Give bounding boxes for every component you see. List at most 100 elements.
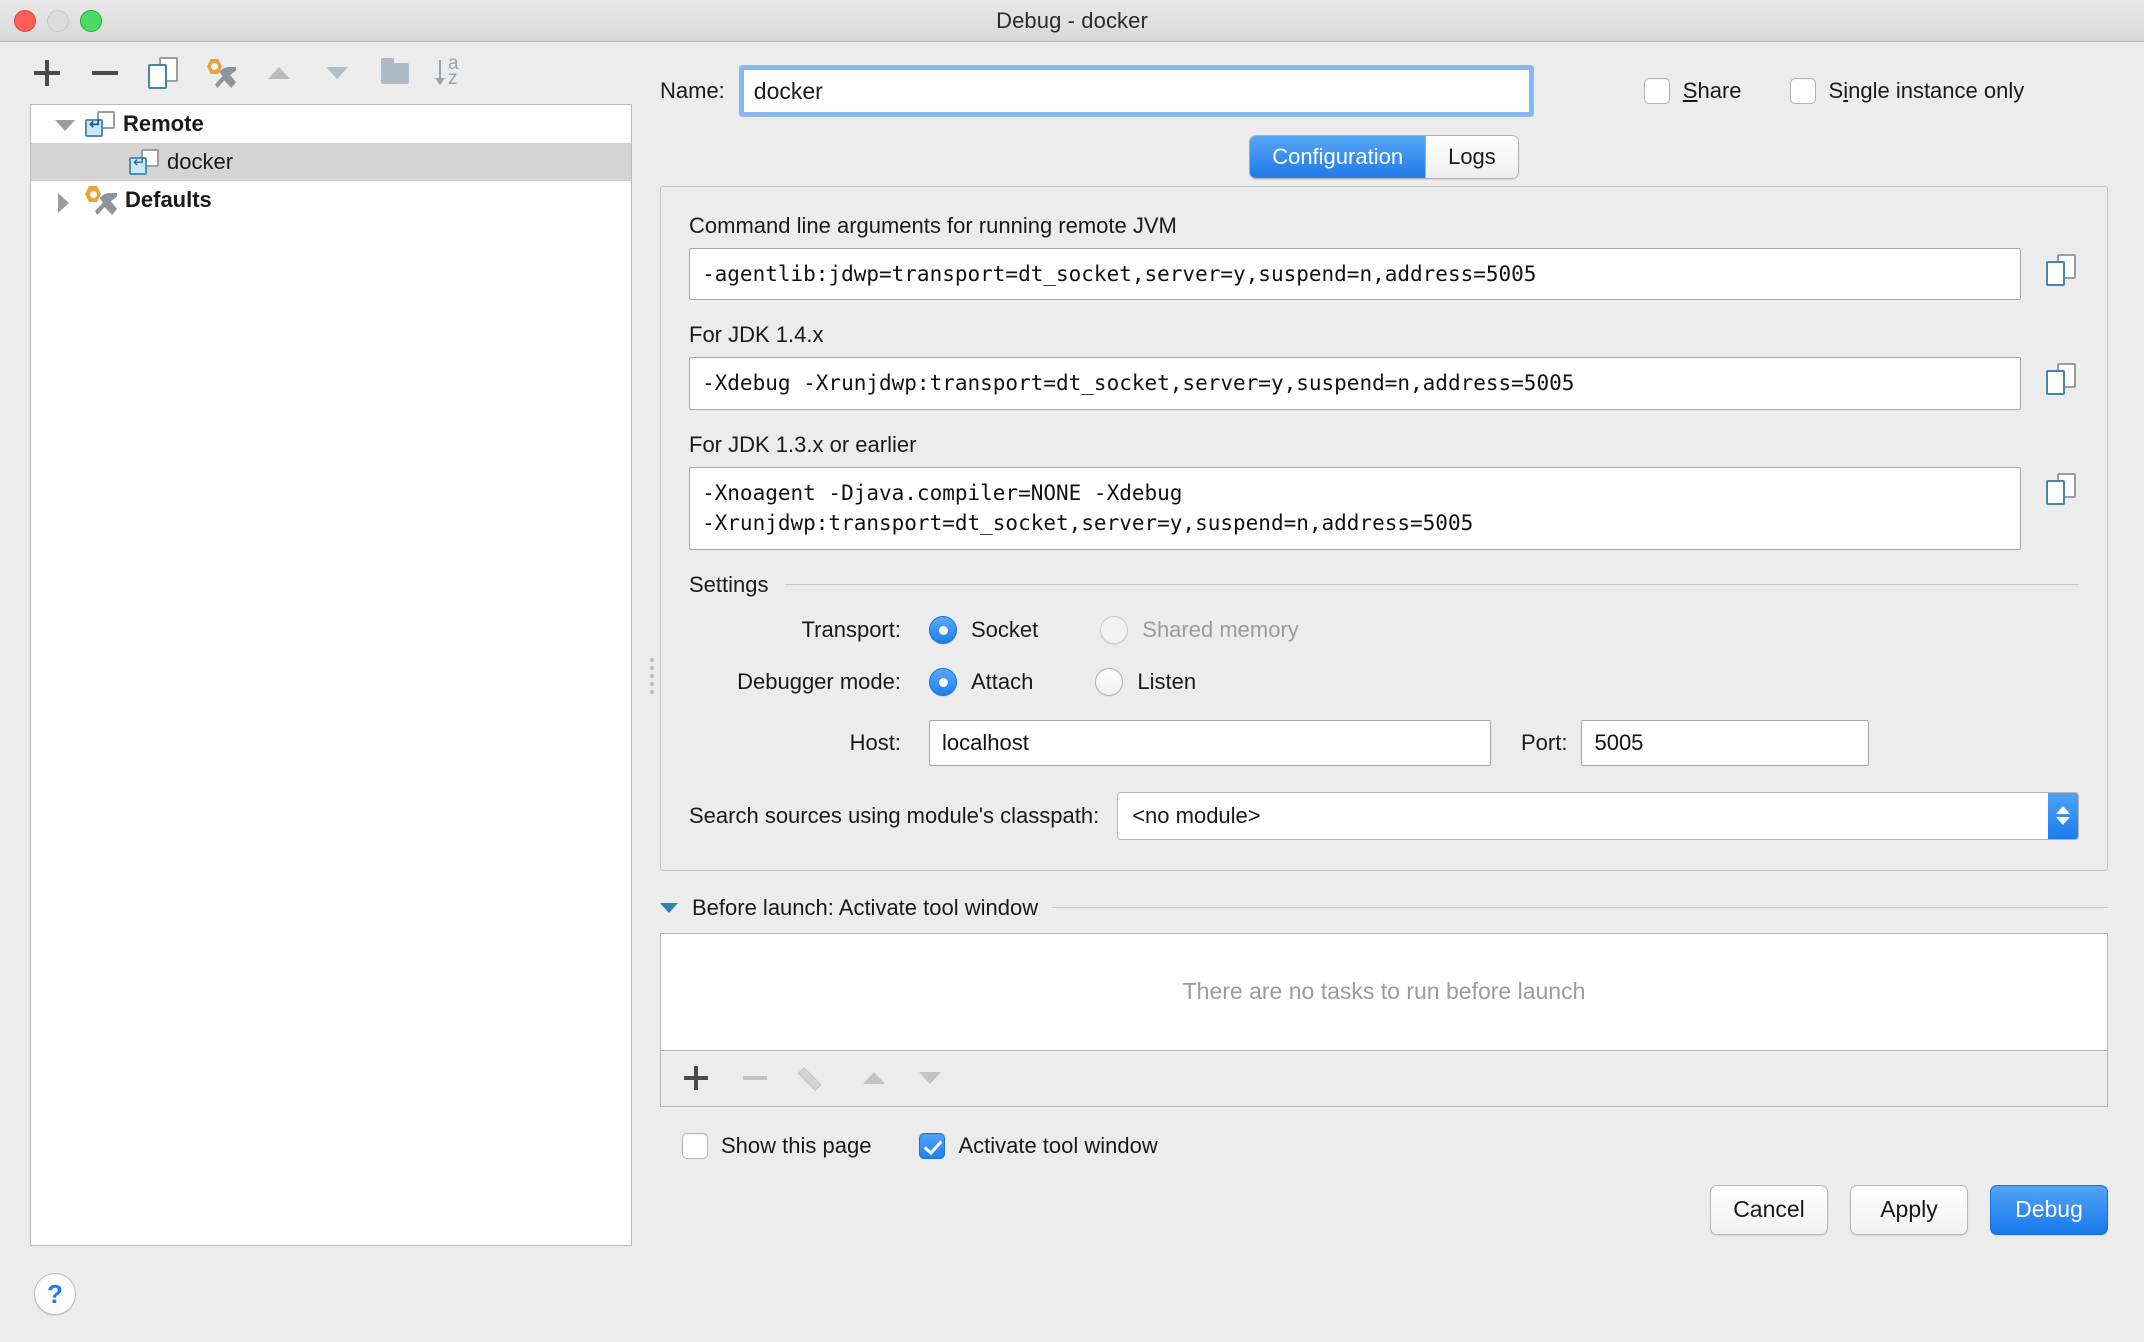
dialog-body: az Remote docker Defaults	[0, 42, 2144, 1342]
show-this-page-label: Show this page	[721, 1132, 872, 1158]
collapse-triangle-icon[interactable]	[660, 902, 678, 913]
remove-icon[interactable]	[88, 56, 122, 90]
debugger-mode-listen-option[interactable]: Listen	[1095, 667, 1197, 696]
transport-shared-memory-label: Shared memory	[1142, 616, 1299, 642]
window-title: Debug - docker	[996, 7, 1148, 33]
tree-item-label: Remote	[123, 111, 204, 136]
classpath-row: Search sources using module's classpath:…	[689, 791, 2079, 840]
name-input[interactable]	[738, 65, 1534, 117]
settings-divider	[784, 584, 2079, 586]
close-window-button[interactable]	[14, 10, 36, 32]
debugger-mode-attach-option[interactable]: Attach	[929, 667, 1034, 696]
host-label: Host:	[849, 729, 901, 755]
remote-config-icon	[129, 149, 159, 175]
transport-shared-memory-radio	[1100, 615, 1129, 644]
sort-alphabetically-icon[interactable]: az	[435, 54, 470, 90]
host-port-row: Host: Port:	[689, 719, 2079, 766]
host-input[interactable]	[929, 719, 1491, 766]
debugger-mode-label: Debugger mode:	[737, 668, 901, 694]
show-this-page-checkbox[interactable]	[682, 1132, 708, 1159]
defaults-wrench-icon	[85, 186, 117, 215]
share-checkbox[interactable]	[1643, 78, 1670, 104]
tree-item-label: Defaults	[125, 187, 212, 212]
activate-tool-window-row[interactable]: Activate tool window	[919, 1132, 1158, 1159]
jvm-args-value[interactable]: -agentlib:jdwp=transport=dt_socket,serve…	[689, 248, 2021, 301]
configurations-tree[interactable]: Remote docker Defaults	[30, 104, 632, 1246]
copy-configuration-icon[interactable]	[146, 56, 180, 90]
tab-configuration[interactable]: Configuration	[1250, 136, 1426, 178]
configurations-toolbar: az	[0, 42, 650, 104]
port-label: Port:	[1521, 729, 1568, 755]
single-instance-label: Single instance only	[1828, 78, 2025, 103]
new-folder-icon[interactable]	[378, 56, 412, 90]
dialog-buttons: Cancel Apply Debug	[660, 1159, 2108, 1261]
before-launch-toolbar	[660, 1050, 2108, 1107]
apply-button[interactable]: Apply	[1850, 1184, 1968, 1235]
edit-defaults-icon[interactable]	[204, 56, 238, 90]
name-label: Name:	[660, 78, 725, 103]
maximize-window-button[interactable]	[80, 10, 102, 32]
jdk13-row: -Xnoagent -Djava.compiler=NONE -Xdebug -…	[689, 466, 2079, 550]
before-launch-header: Before launch: Activate tool window	[660, 895, 2108, 921]
help-row: ?	[0, 1246, 650, 1342]
before-launch-title: Before launch: Activate tool window	[692, 894, 1039, 920]
debug-button[interactable]: Debug	[1990, 1184, 2108, 1235]
debugger-mode-attach-radio[interactable]	[929, 667, 957, 696]
share-label: Share	[1682, 78, 1742, 103]
jvm-args-field-block: Command line arguments for running remot…	[689, 213, 2079, 301]
tab-logs[interactable]: Logs	[1425, 136, 1518, 178]
tree-item-docker[interactable]: docker	[31, 143, 631, 181]
show-this-page-row[interactable]: Show this page	[682, 1132, 872, 1159]
help-button[interactable]: ?	[34, 1273, 76, 1315]
jdk14-field-block: For JDK 1.4.x -Xdebug -Xrunjdwp:transpor…	[689, 322, 2079, 410]
debugger-mode-listen-label: Listen	[1137, 668, 1197, 694]
before-launch-divider	[1052, 907, 2108, 909]
jdk14-value[interactable]: -Xdebug -Xrunjdwp:transport=dt_socket,se…	[689, 357, 2021, 410]
jdk13-label: For JDK 1.3.x or earlier	[689, 431, 917, 457]
transport-socket-radio[interactable]	[929, 615, 957, 644]
edit-task-icon	[797, 1064, 829, 1092]
jdk13-field-block: For JDK 1.3.x or earlier -Xnoagent -Djav…	[689, 432, 2079, 550]
module-classpath-value: <no module>	[1132, 802, 1261, 828]
copy-to-clipboard-icon[interactable]	[2043, 357, 2079, 397]
move-down-icon[interactable]	[320, 56, 354, 90]
single-instance-checkbox[interactable]	[1789, 78, 1816, 104]
configuration-panel: Command line arguments for running remot…	[660, 186, 2108, 871]
single-instance-checkbox-row[interactable]: Single instance only	[1789, 78, 2025, 104]
debugger-mode-listen-radio[interactable]	[1095, 667, 1124, 696]
copy-to-clipboard-icon[interactable]	[2043, 467, 2079, 507]
activate-tool-window-checkbox[interactable]	[919, 1132, 946, 1159]
move-up-icon[interactable]	[262, 56, 296, 90]
jvm-args-row: -agentlib:jdwp=transport=dt_socket,serve…	[689, 248, 2079, 301]
before-launch-empty-text: There are no tasks to run before launch	[1182, 978, 1586, 1005]
move-task-down-icon	[919, 1072, 941, 1085]
copy-to-clipboard-icon[interactable]	[2043, 248, 2079, 288]
activate-tool-window-label: Activate tool window	[958, 1132, 1158, 1158]
settings-group-title: Settings	[689, 571, 769, 597]
before-launch-task-list[interactable]: There are no tasks to run before launch	[660, 932, 2108, 1051]
debugger-mode-attach-label: Attach	[971, 668, 1034, 694]
tree-item-remote[interactable]: Remote	[31, 105, 631, 143]
minimize-window-button[interactable]	[47, 10, 69, 32]
add-icon[interactable]	[30, 56, 64, 90]
debug-configuration-dialog: Debug - docker az ↵ Remote ↵ docker Defa…	[0, 0, 2144, 1342]
transport-shared-memory-option: Shared memory	[1100, 615, 1299, 644]
tree-item-label: docker	[167, 149, 234, 174]
expand-triangle-icon[interactable]	[53, 112, 77, 136]
configuration-editor-pane: Name: Share Single instance only Configu…	[650, 42, 2144, 1342]
pane-splitter-handle[interactable]	[648, 654, 656, 694]
module-classpath-combobox[interactable]: <no module>	[1117, 791, 2079, 840]
cancel-button[interactable]: Cancel	[1710, 1184, 1828, 1235]
share-checkbox-row[interactable]: Share	[1643, 78, 1742, 104]
collapse-triangle-icon[interactable]	[53, 188, 77, 213]
debugger-mode-row: Debugger mode: Attach Listen	[689, 667, 2079, 696]
transport-socket-option[interactable]: Socket	[929, 615, 1038, 644]
port-input[interactable]	[1581, 719, 1870, 766]
jdk13-value[interactable]: -Xnoagent -Djava.compiler=NONE -Xdebug -…	[689, 466, 2021, 550]
tabs-row: Configuration Logs	[660, 128, 2108, 186]
add-task-icon[interactable]	[683, 1065, 709, 1091]
chevron-updown-icon[interactable]	[2048, 792, 2078, 839]
tree-item-defaults[interactable]: Defaults	[31, 181, 631, 219]
remove-task-icon	[743, 1076, 767, 1081]
bottom-checkbox-group: Show this page Activate tool window	[660, 1107, 2108, 1159]
